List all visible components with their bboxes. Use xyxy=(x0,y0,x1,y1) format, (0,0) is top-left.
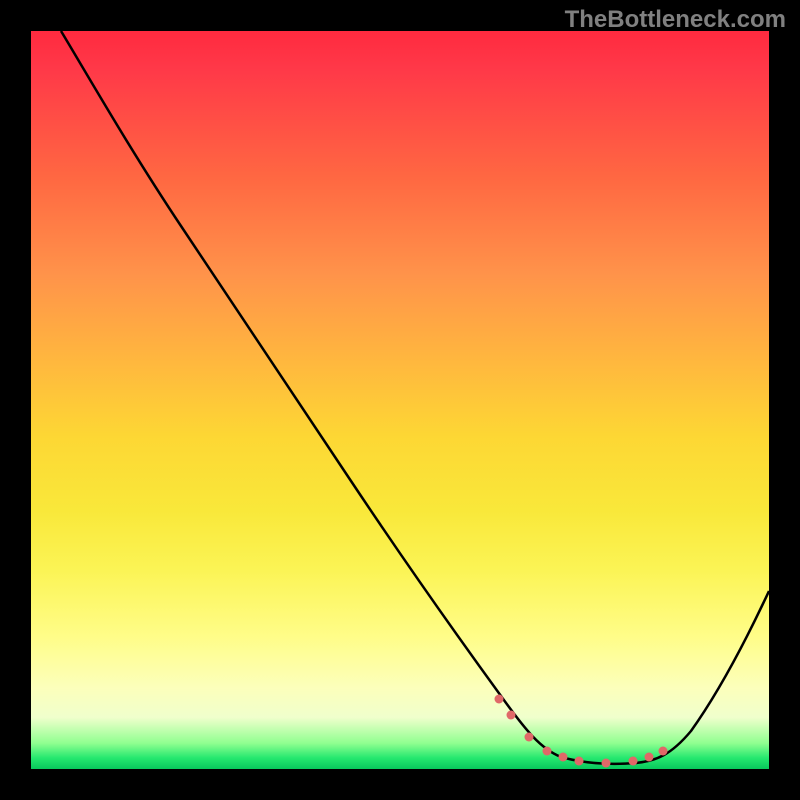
chart-svg xyxy=(31,31,769,769)
marker-dot xyxy=(602,759,611,768)
marker-dot xyxy=(507,711,516,720)
marker-dot xyxy=(575,757,584,766)
bottleneck-curve-line xyxy=(61,31,769,764)
marker-dot xyxy=(645,753,654,762)
plot-area xyxy=(31,31,769,769)
marker-dot xyxy=(559,753,568,762)
watermark-text: TheBottleneck.com xyxy=(565,6,786,34)
marker-dot xyxy=(543,747,552,756)
marker-dot xyxy=(659,747,668,756)
marker-dot xyxy=(629,757,638,766)
optimal-range-dots xyxy=(495,695,668,768)
marker-dot xyxy=(495,695,504,704)
marker-dot xyxy=(525,733,534,742)
